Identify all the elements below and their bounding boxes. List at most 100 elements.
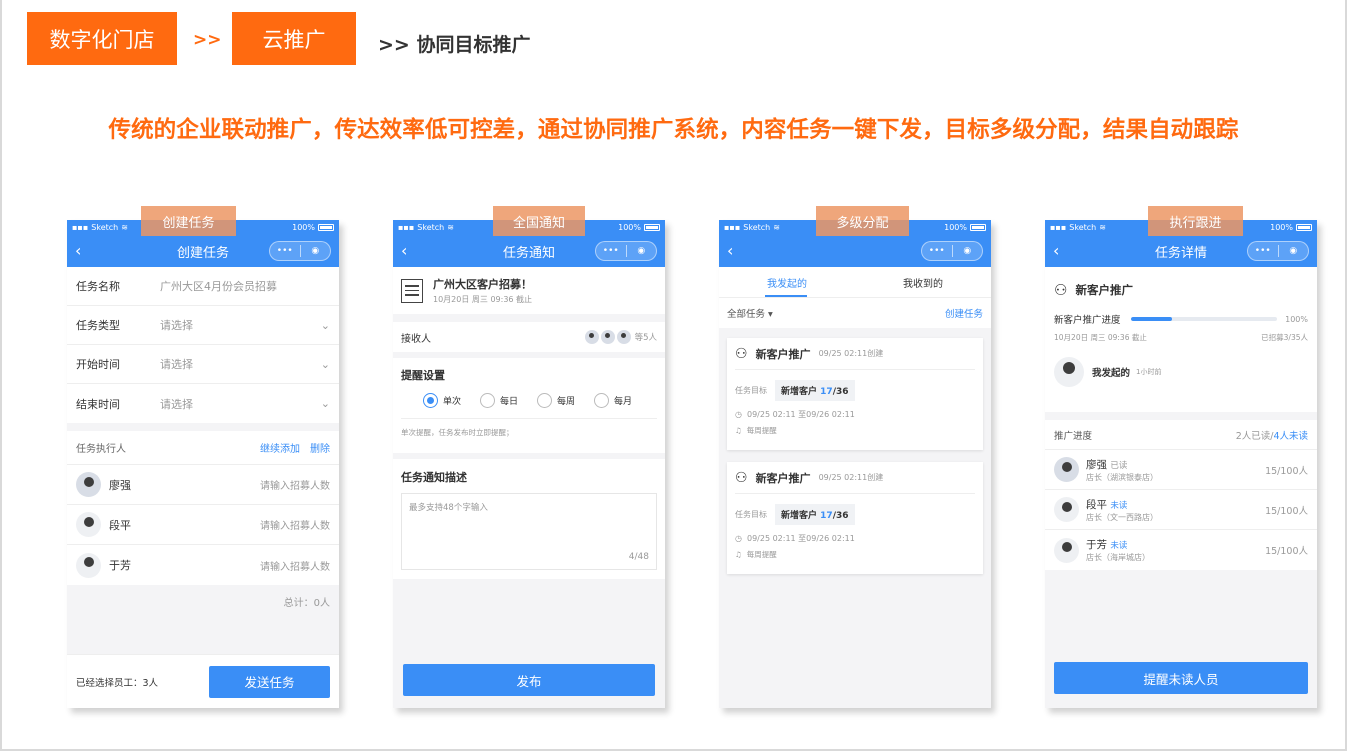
create-task-link[interactable]: 创建任务 [945, 306, 983, 320]
field-label: 任务名称 [76, 280, 120, 293]
battery-label: 100% [944, 223, 967, 232]
nav-bar: ‹ ••• ◉ [719, 235, 991, 267]
receiver-row[interactable]: 接收人 等5人 [393, 322, 665, 352]
publish-button[interactable]: 发布 [403, 664, 655, 696]
back-icon[interactable]: ‹ [1053, 241, 1059, 260]
member-progress: 15/100人 [1265, 505, 1308, 517]
close-icon[interactable]: ◉ [1279, 246, 1309, 256]
target-done: 17 [820, 387, 833, 397]
task-card[interactable]: ⚇ 新客户推广 09/25 02:11创建 任务目标 新增客户 17/36 ◷ 0… [727, 338, 983, 450]
radio-icon [537, 393, 552, 408]
breadcrumb-cloud-promotion[interactable]: 云推广 [232, 12, 356, 65]
send-task-button[interactable]: 发送任务 [209, 665, 330, 698]
recruit-count-input[interactable]: 请输入招募人数 [260, 517, 330, 532]
task-type-select[interactable]: 请选择 [160, 317, 321, 333]
form-row-start-time[interactable]: 开始时间 请选择 ⌄ [67, 345, 339, 384]
remind-option-once[interactable]: 单次 [423, 393, 480, 408]
more-icon[interactable]: ••• [596, 246, 626, 256]
card-title: 新客户推广 [755, 347, 811, 361]
remind-text: 每周提醒 [746, 550, 777, 559]
remind-option-monthly[interactable]: 每月 [594, 393, 651, 408]
close-icon[interactable]: ◉ [953, 246, 983, 256]
remind-settings: 提醒设置 单次 每日 每周 每月 单次提醒，任务发布时立即提醒； [393, 358, 665, 453]
progress-percent: 100% [1285, 314, 1308, 324]
battery-icon [318, 224, 334, 231]
more-icon[interactable]: ••• [270, 246, 300, 256]
description-section: 任务通知描述 最多支持48个字输入 4/48 [393, 459, 665, 579]
remind-option-weekly[interactable]: 每周 [537, 393, 594, 408]
unread-count[interactable]: 4人未读 [1273, 428, 1308, 442]
close-icon[interactable]: ◉ [301, 246, 331, 256]
phone-task-detail: ▪▪▪ Sketch ≋ 100% ‹ 任务详情 ••• ◉ ⚇ 新客户推广 新客户推… [1045, 220, 1317, 708]
remind-hint: 单次提醒，任务发布时立即提醒； [401, 418, 657, 438]
avatar [1054, 497, 1079, 522]
bell-icon: ♫ [735, 426, 742, 435]
executor-row: 于芳 请输入招募人数 [67, 545, 339, 585]
target-badge: 新增客户 17/36 [775, 380, 855, 401]
tab-label: 我发起的 [767, 278, 807, 290]
form-row-end-time[interactable]: 结束时间 请选择 ⌄ [67, 384, 339, 423]
signal-icon: ▪▪▪ [72, 223, 89, 232]
clock-icon: ◷ [735, 410, 742, 419]
target-done: 17 [820, 511, 833, 521]
mini-program-capsule: ••• ◉ [1247, 241, 1309, 261]
signal-icon: ▪▪▪ [398, 223, 415, 232]
close-icon[interactable]: ◉ [627, 246, 657, 256]
tab-initiated[interactable]: 我发起的 [719, 267, 855, 297]
add-executor-link[interactable]: 继续添加 [260, 440, 300, 455]
task-name-input[interactable]: 广州大区4月份会员招募 [160, 278, 277, 294]
user-add-icon: ⚇ [735, 345, 748, 362]
avatar [584, 330, 599, 344]
member-name: 于芳 [1086, 539, 1107, 551]
nav-bar: ‹ 创建任务 ••• ◉ [67, 235, 339, 267]
member-info: 于芳 未读 店长（海岸城店） [1086, 537, 1265, 563]
notice-title: 广州大区客户招募！ [433, 278, 532, 291]
bell-icon: ♫ [735, 550, 742, 559]
back-icon[interactable]: ‹ [401, 241, 407, 260]
nav-title: 任务通知 [502, 245, 555, 261]
user-add-icon: ⚇ [735, 469, 748, 486]
breadcrumb-digital-store[interactable]: 数字化门店 [27, 12, 177, 65]
receiver-count: 等5人 [634, 333, 657, 343]
remind-unread-button[interactable]: 提醒未读人员 [1054, 662, 1308, 694]
task-card[interactable]: ⚇ 新客户推广 09/25 02:11创建 任务目标 新增客户 17/36 ◷ 0… [727, 462, 983, 574]
form-row-task-type[interactable]: 任务类型 请选择 ⌄ [67, 306, 339, 345]
member-info: 段平 未读 店长（文一西路店） [1086, 497, 1265, 523]
card-target: 任务目标 新增客户 17/36 [735, 504, 975, 525]
phone-task-notice: ▪▪▪ Sketch ≋ 100% ‹ 任务通知 ••• ◉ 广州大区客户招募！ 10… [393, 220, 665, 708]
start-time-select[interactable]: 请选择 [160, 356, 321, 372]
recruit-count-input[interactable]: 请输入招募人数 [260, 477, 330, 492]
back-icon[interactable]: ‹ [75, 241, 81, 260]
track-label: 推广进度 [1054, 430, 1093, 442]
target-badge: 新增客户 17/36 [775, 504, 855, 525]
more-icon[interactable]: ••• [922, 246, 952, 256]
card-header: ⚇ 新客户推广 09/25 02:11创建 [735, 462, 975, 494]
card-header: ⚇ 新客户推广 09/25 02:11创建 [735, 338, 975, 370]
avatar [616, 330, 631, 344]
remind-option-daily[interactable]: 每日 [480, 393, 537, 408]
option-label: 每日 [500, 397, 519, 407]
caret-down-icon: ▾ [768, 309, 773, 320]
delete-executor-link[interactable]: 删除 [310, 440, 330, 455]
wifi-icon: ≋ [1099, 223, 1106, 232]
form-row-task-name[interactable]: 任务名称 广州大区4月份会员招募 [67, 267, 339, 306]
end-time-select[interactable]: 请选择 [160, 396, 321, 412]
description-textarea[interactable]: 最多支持48个字输入 4/48 [401, 493, 657, 570]
field-label: 任务类型 [76, 319, 120, 332]
read-count: 2人已读/ [1235, 430, 1274, 442]
wifi-icon: ≋ [447, 223, 454, 232]
filter-dropdown[interactable]: 全部任务 ▾ [727, 306, 945, 320]
recruit-count-input[interactable]: 请输入招募人数 [260, 558, 330, 573]
battery-label: 100% [292, 223, 315, 232]
member-store: 店长（文一西路店） [1086, 512, 1158, 522]
phone-task-list: ▪▪▪ Sketch ≋ 100% ‹ ••• ◉ 我发起的 我收到的 全部任务 ▾ … [719, 220, 991, 708]
tab-received[interactable]: 我收到的 [855, 267, 991, 297]
back-icon[interactable]: ‹ [727, 241, 733, 260]
chevron-down-icon: ⌄ [320, 318, 330, 332]
tag-follow-up: 执行跟进 [1148, 206, 1243, 236]
char-counter: 4/48 [628, 552, 649, 562]
target-label: 任务目标 [735, 510, 767, 519]
card-period: ◷ 09/25 02:11 至09/26 02:11 [735, 409, 975, 420]
more-icon[interactable]: ••• [1248, 246, 1278, 256]
carrier-label: Sketch [743, 223, 771, 232]
